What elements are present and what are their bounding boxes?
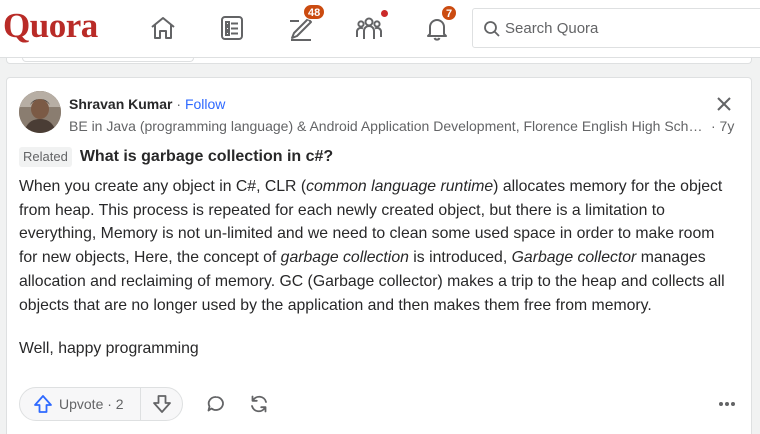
- following-list-icon[interactable]: [212, 8, 252, 48]
- downvote-arrow-icon: [152, 395, 171, 413]
- post-age[interactable]: · 7y: [711, 117, 734, 135]
- spaces-notification-dot: [380, 9, 389, 18]
- close-icon[interactable]: [712, 92, 736, 116]
- author-name[interactable]: Shravan Kumar: [69, 96, 172, 112]
- vote-group: Upvote · 2: [19, 387, 183, 421]
- answer-count-badge: 48: [303, 4, 326, 20]
- author-line: Shravan Kumar · Follow: [69, 95, 225, 113]
- upvote-label: Upvote · 2: [59, 396, 124, 412]
- author-separator: ·: [172, 96, 185, 112]
- answer-body: When you create any object in C#, CLR (c…: [19, 175, 733, 381]
- upvote-arrow-icon: [34, 395, 52, 413]
- related-tag: Related: [19, 147, 72, 167]
- search-input[interactable]: [505, 9, 760, 47]
- action-bar: Upvote · 2: [19, 387, 741, 421]
- upvote-button[interactable]: Upvote · 2: [20, 388, 141, 420]
- credential-line: BE in Java (programming language) & Andr…: [69, 117, 745, 135]
- search-icon: [484, 21, 500, 37]
- top-nav-bar: Quora 48 7 Search Quora: [0, 0, 760, 58]
- search-box[interactable]: [472, 8, 760, 48]
- answer-paragraph: When you create any object in C#, CLR (c…: [19, 178, 725, 314]
- author-avatar[interactable]: [19, 91, 61, 133]
- more-options-button[interactable]: [713, 390, 741, 418]
- follow-link[interactable]: Follow: [185, 96, 225, 112]
- previous-card-vote-pill: [22, 58, 194, 62]
- home-icon[interactable]: [143, 8, 183, 48]
- related-question-row: Related What is garbage collection in c#…: [19, 147, 333, 167]
- reshare-icon: [251, 395, 267, 413]
- question-title[interactable]: What is garbage collection in c#?: [80, 147, 333, 167]
- ellipsis-icon: [719, 402, 735, 406]
- author-credential[interactable]: BE in Java (programming language) & Andr…: [69, 117, 707, 135]
- answer-card: Shravan Kumar · Follow BE in Java (progr…: [6, 77, 752, 434]
- quora-logo[interactable]: Quora: [3, 6, 98, 46]
- comment-button[interactable]: [202, 390, 230, 418]
- answer-paragraph: Well, happy programming: [19, 340, 199, 358]
- downvote-button[interactable]: [141, 388, 182, 420]
- share-button[interactable]: [245, 390, 273, 418]
- notifications-count-badge: 7: [441, 5, 458, 21]
- comment-icon: [207, 396, 224, 412]
